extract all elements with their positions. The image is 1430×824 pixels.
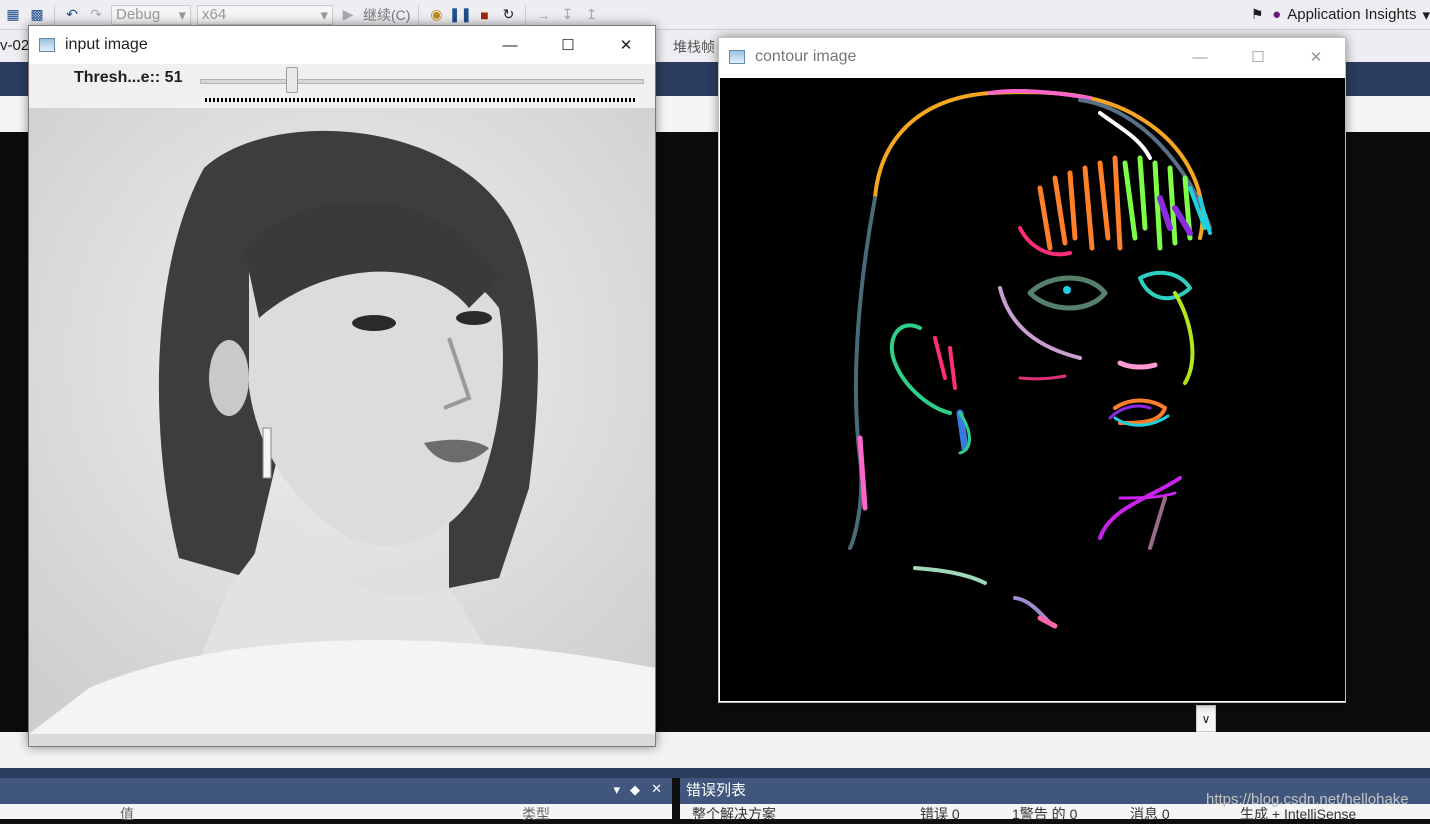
document-tab[interactable]: v-02 xyxy=(0,37,29,54)
app-icon xyxy=(39,38,55,52)
watermark: https://blog.csdn.net/hellohake xyxy=(1206,791,1409,808)
config-dropdown[interactable]: Debug ▾ xyxy=(111,4,191,25)
slider-ticks xyxy=(205,98,637,102)
portrait-illustration xyxy=(29,108,655,734)
chevron-down-icon: ▾ xyxy=(1422,6,1430,24)
threshold-trackbar: Thresh...e:: 51 xyxy=(29,64,655,109)
vs-panel-divider xyxy=(0,768,1430,778)
close-icon[interactable]: ✕ xyxy=(651,781,662,797)
slider-thumb[interactable] xyxy=(286,67,298,93)
warnings-filter[interactable]: 1警告 的 0 xyxy=(1012,804,1077,824)
maximize-button[interactable]: ☐ xyxy=(1229,38,1287,76)
chevron-down-icon: ▾ xyxy=(178,6,186,24)
chevron-down-icon: ▾ xyxy=(320,6,328,24)
contour-window-titlebar[interactable]: contour image — ☐ ✕ xyxy=(719,38,1345,76)
input-image-window[interactable]: input image — ☐ ✕ Thresh...e:: 51 xyxy=(28,25,656,747)
platform-value: x64 xyxy=(202,6,227,23)
bookmark-icon[interactable]: ⚑ xyxy=(1248,6,1266,24)
column-type-header: 类型 xyxy=(522,806,550,822)
column-value-header: 值 xyxy=(120,806,134,822)
pin-icon[interactable]: ◆ xyxy=(630,782,640,798)
undo-icon[interactable]: ↶ xyxy=(63,6,81,24)
toolbar-separator xyxy=(418,4,420,25)
stack-frame-label: 堆栈帧 xyxy=(673,39,715,55)
minimize-button[interactable]: — xyxy=(481,26,539,64)
error-list-title: 错误列表 xyxy=(686,782,747,799)
process-icon[interactable]: ◉ xyxy=(427,6,445,24)
input-window-titlebar[interactable]: input image — ☐ ✕ xyxy=(29,26,655,64)
close-button[interactable]: ✕ xyxy=(1287,38,1345,76)
trackbar-label: Thresh...e:: 51 xyxy=(74,69,183,86)
minimize-button[interactable]: — xyxy=(1171,38,1229,76)
toolbar-separator xyxy=(54,4,55,25)
scope-dropdown[interactable]: 整个解决方案 xyxy=(692,804,776,824)
slider-track[interactable] xyxy=(200,79,644,84)
grayscale-portrait-image xyxy=(29,108,655,746)
toolbar-separator xyxy=(525,4,527,25)
chevron-down-icon: ∨ xyxy=(1201,711,1211,726)
contour-window-title: contour image xyxy=(755,48,857,65)
save-all-icon[interactable]: ▩ xyxy=(28,6,46,24)
redo-icon[interactable]: ↷ xyxy=(87,6,105,24)
app-icon xyxy=(729,50,745,64)
lightbulb-icon: ● xyxy=(1272,6,1282,23)
input-window-title: input image xyxy=(65,36,148,53)
messages-filter[interactable]: 消息 0 xyxy=(1130,804,1170,824)
step-over-icon[interactable]: ↧ xyxy=(558,6,576,24)
close-button[interactable]: ✕ xyxy=(597,26,655,64)
errors-filter[interactable]: 错误 0 xyxy=(920,804,960,824)
config-value: Debug xyxy=(116,6,161,23)
scroll-down-button[interactable]: ∨ xyxy=(1196,705,1216,732)
stop-icon[interactable]: ■ xyxy=(475,6,493,24)
contour-canvas xyxy=(720,78,1345,701)
locals-panel-header: ▾ ◆ ✕ xyxy=(0,778,672,804)
restart-icon[interactable]: ↻ xyxy=(499,6,517,24)
dropdown-icon[interactable]: ▾ xyxy=(613,782,620,798)
continue-icon[interactable]: ▶ xyxy=(339,6,357,24)
step-into-icon[interactable]: → xyxy=(534,6,552,24)
contour-image-window[interactable]: contour image — ☐ ✕ xyxy=(718,37,1346,703)
maximize-button[interactable]: ☐ xyxy=(539,26,597,64)
continue-button[interactable]: 继续(C) xyxy=(363,5,410,25)
step-out-icon[interactable]: ↥ xyxy=(582,6,600,24)
contour-drawing xyxy=(848,88,1212,629)
locals-panel-columns: 值 类型 xyxy=(0,804,672,822)
platform-dropdown[interactable]: x64 ▾ xyxy=(197,4,333,25)
application-insights-label: Application Insights xyxy=(1287,6,1417,23)
application-insights-button[interactable]: ● Application Insights ▾ xyxy=(1272,6,1430,24)
save-icon[interactable]: ▦ xyxy=(4,6,22,24)
pause-icon[interactable]: ❚❚ xyxy=(449,6,472,24)
